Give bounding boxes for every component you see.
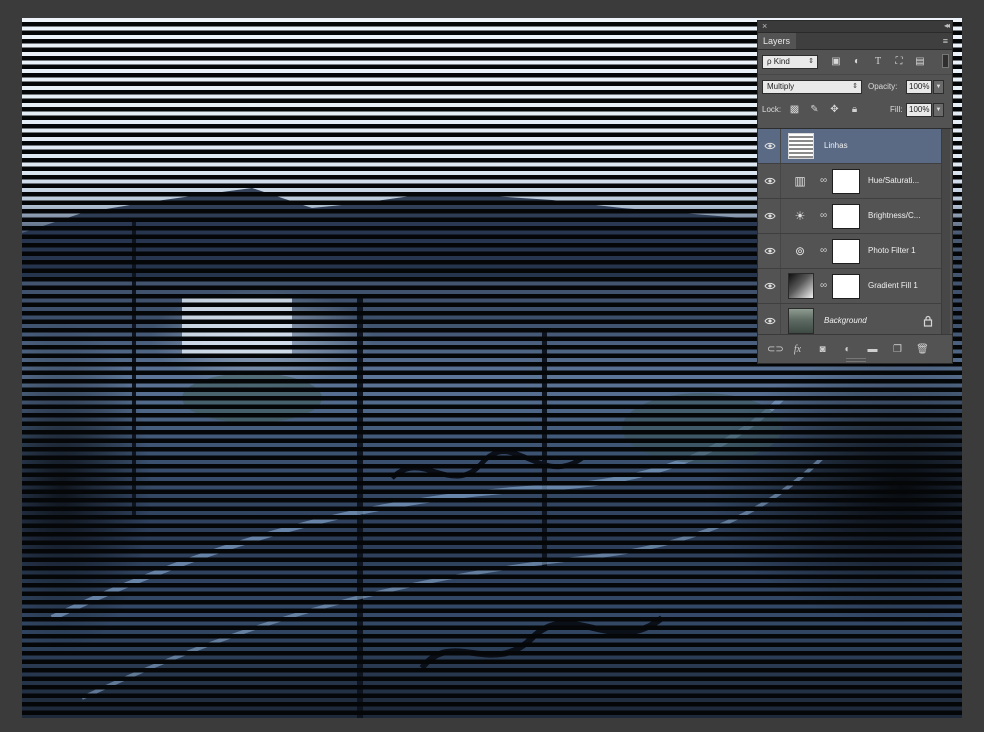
tab-layers[interactable]: Layers [758,33,796,49]
layer-row-linhas[interactable]: Linhas [758,129,941,164]
layer-name[interactable]: Photo Filter 1 [868,246,916,255]
layer-list: Linhas ▥ ∞ Hue/Saturati... ☀ ∞ Brightnes… [758,128,952,339]
lock-icon [923,315,933,327]
lock-transparency-icon[interactable]: ▩ [788,103,801,116]
opacity-dropdown-icon[interactable]: ▼ [933,80,944,94]
brightness-contrast-icon[interactable]: ☀ [792,208,808,224]
layer-list-scrollbar[interactable] [941,129,950,336]
layer-row-brightness-contrast[interactable]: ☀ ∞ Brightness/C... [758,199,941,234]
eye-icon[interactable] [764,280,776,292]
fill-dropdown-icon[interactable]: ▼ [933,103,944,117]
layer-thumbnail[interactable] [788,133,814,159]
layer-name[interactable]: Background [824,316,867,325]
layer-name[interactable]: Brightness/C... [868,211,920,220]
chevron-updown-icon: ⇕ [852,83,858,90]
fill-input[interactable]: 100% [906,103,932,117]
eye-icon[interactable] [764,245,776,257]
chain-link-icon[interactable]: ∞ [820,174,827,188]
fx-icon[interactable]: fx [791,343,804,356]
fill-label: Fill: [890,105,903,114]
lock-all-icon[interactable]: 🔒︎ [848,103,861,116]
layer-name[interactable]: Hue/Saturati... [868,176,919,185]
new-layer-icon[interactable]: ❐ [891,343,904,356]
blend-mode-value: Multiply [767,82,795,91]
opacity-input[interactable]: 100% [906,80,932,94]
lock-position-icon[interactable]: ✥ [828,103,841,116]
chain-link-icon[interactable]: ∞ [820,279,827,293]
photo-filter-icon[interactable]: ⊚ [792,243,808,259]
smart-object-filter-icon[interactable]: ▤ [914,56,926,68]
chain-link-icon[interactable]: ∞ [820,244,827,258]
eye-separator [780,199,781,233]
shape-filter-icon[interactable]: ⛶ [893,56,905,68]
chain-link-icon[interactable]: ∞ [820,209,827,223]
chevron-updown-icon: ⇕ [808,58,814,65]
layer-mask-thumbnail[interactable] [832,239,860,264]
panel-footer: ⊂⊃ fx ◙ ◐ ▬ ❐ 🗑︎ [758,334,952,363]
layer-mask-thumbnail[interactable] [832,169,860,194]
close-icon[interactable]: × [762,21,767,31]
eye-separator [780,234,781,268]
layer-row-photo-filter[interactable]: ⊚ ∞ Photo Filter 1 [758,234,941,269]
opacity-label: Opacity: [868,82,898,91]
eye-separator [780,269,781,303]
add-mask-icon[interactable]: ◙ [816,343,829,356]
eye-icon[interactable] [764,175,776,187]
lock-pixels-icon[interactable]: ✎ [808,103,821,116]
eye-icon[interactable] [764,315,776,327]
kind-filter-label: ρ Kind [767,57,790,66]
lock-label: Lock: [762,105,782,114]
background-thumbnail[interactable] [788,308,814,334]
panel-resize-grip[interactable] [846,358,866,362]
layer-row-hue-saturation[interactable]: ▥ ∞ Hue/Saturati... [758,164,941,199]
blend-mode-select[interactable]: Multiply ⇕ [762,80,862,94]
layer-mask-thumbnail[interactable] [832,274,860,299]
hue-saturation-icon[interactable]: ▥ [792,173,808,189]
panel-menu-icon[interactable]: ≡ [943,36,948,46]
eye-icon[interactable] [764,140,776,152]
image-filter-icon[interactable]: ▣ [830,56,842,68]
new-group-icon[interactable]: ▬ [866,343,879,356]
eye-icon[interactable] [764,210,776,222]
gradient-thumbnail[interactable] [788,273,814,299]
eye-separator [780,304,781,338]
lock-row: Lock: ▩ ✎ ✥ 🔒︎ Fill: 100% ▼ [758,99,952,121]
layer-name[interactable]: Linhas [824,141,848,150]
kind-filter-select[interactable]: ρ Kind ⇕ [762,55,818,69]
filter-row: ρ Kind ⇕ ▣ ◐ T ⛶ ▤ [758,50,952,74]
eye-separator [780,164,781,198]
type-filter-icon[interactable]: T [872,56,884,68]
link-layers-icon[interactable]: ⊂⊃ [767,343,784,356]
layer-name[interactable]: Gradient Fill 1 [868,281,918,290]
collapse-icon[interactable]: ◂◂ [944,21,950,31]
adjustment-filter-icon[interactable]: ◐ [851,56,863,68]
delete-layer-icon[interactable]: 🗑︎ [916,343,929,356]
filter-toggle-switch[interactable] [942,54,949,68]
layer-mask-thumbnail[interactable] [832,204,860,229]
eye-separator [780,129,781,163]
layers-panel: × ◂◂ Layers ≡ ρ Kind ⇕ ▣ ◐ T ⛶ ▤ Multipl… [757,20,953,364]
blend-row: Multiply ⇕ Opacity: 100% ▼ [758,74,952,99]
panel-tab-bar: Layers ≡ [758,33,952,50]
panel-title-bar: × ◂◂ [758,21,952,33]
layer-row-gradient-fill[interactable]: ∞ Gradient Fill 1 [758,269,941,304]
new-adjustment-icon[interactable]: ◐ [841,343,854,356]
